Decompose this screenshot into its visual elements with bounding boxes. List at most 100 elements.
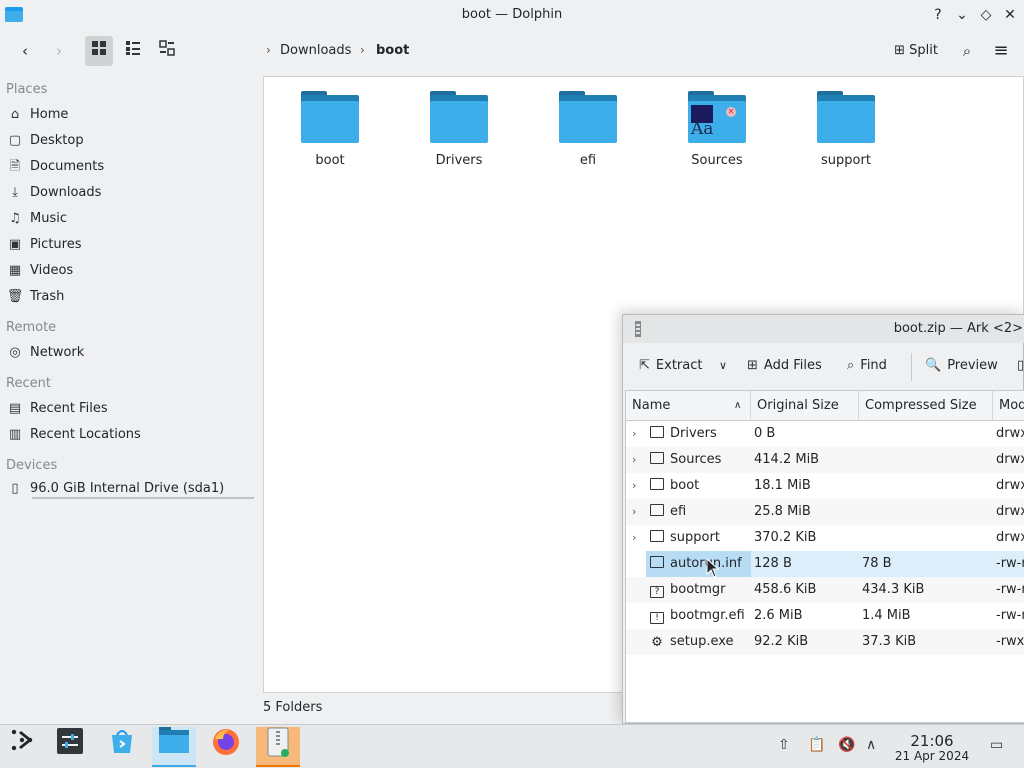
hamburger-menu-icon[interactable]: ≡ xyxy=(988,36,1014,66)
add-files-button[interactable]: ⊞ Add Files xyxy=(747,355,822,377)
dolphin-task-icon[interactable] xyxy=(152,727,196,767)
folder-support[interactable]: support xyxy=(796,91,896,168)
extract-dropdown-icon[interactable]: ∨ xyxy=(719,355,727,377)
system-settings-icon[interactable] xyxy=(48,727,92,767)
ark-toolbar: ⇱ Extract ∨ ⊞ Add Files ⌕ Find 🔍 Preview ▯ xyxy=(623,345,1024,385)
table-row[interactable]: ⚙ setup.exe 92.2 KiB 37.3 KiB -rwxr xyxy=(626,629,1024,655)
place-music[interactable]: ♫ Music xyxy=(6,207,256,231)
network-icon: ◎ xyxy=(9,345,21,360)
table-row[interactable]: ! bootmgr.efi 2.6 MiB 1.4 MiB -rw-r xyxy=(626,603,1024,629)
back-icon[interactable]: ‹ xyxy=(12,36,38,66)
place-documents[interactable]: 🗎 Documents xyxy=(6,155,256,179)
place-trash[interactable]: 🗑 Trash xyxy=(6,285,256,309)
original-size-cell: 128 B xyxy=(754,556,792,571)
place-home[interactable]: ⌂ Home xyxy=(6,103,256,127)
place-label: Trash xyxy=(30,289,65,304)
place-label: Music xyxy=(30,211,67,226)
place-videos[interactable]: ▦ Videos xyxy=(6,259,256,283)
column-original-size[interactable]: Original Size xyxy=(751,391,859,421)
mouse-cursor-icon xyxy=(706,558,720,578)
place-recent-files[interactable]: ▤ Recent Files xyxy=(6,397,256,421)
preview-button[interactable]: 🔍 Preview xyxy=(925,355,998,377)
breadcrumb-separator-icon: › xyxy=(360,43,365,57)
name-cell: Drivers xyxy=(646,421,751,447)
folder-sources[interactable]: Aa ✕ Sources xyxy=(667,91,767,168)
volume-muted-tray-icon[interactable]: 🔇 xyxy=(838,737,855,753)
ark-window: boot.zip — Ark <2> ⇱ Extract ∨ ⊞ Add Files… xyxy=(622,314,1024,724)
expand-icon[interactable]: › xyxy=(632,499,636,525)
help-button[interactable]: ? xyxy=(928,5,948,25)
breadcrumb-boot[interactable]: boot xyxy=(376,43,409,58)
folder-boot[interactable]: boot xyxy=(280,91,380,168)
clock-time[interactable]: 21:06 xyxy=(896,732,968,750)
table-row[interactable]: › Sources 414.2 MiB drwx xyxy=(626,447,1024,473)
places-panel: Places ⌂ Home ▢ Desktop 🗎 Documents ⤓ Downlo… xyxy=(0,76,262,696)
place-label: 96.0 GiB Internal Drive (sda1) xyxy=(30,481,225,496)
ark-task-icon[interactable] xyxy=(256,727,300,767)
maximize-button[interactable]: ◇ xyxy=(976,5,996,25)
permissions-cell: -rw-r xyxy=(996,556,1024,571)
place-network[interactable]: ◎ Network xyxy=(6,341,256,365)
folder-efi[interactable]: efi xyxy=(538,91,638,168)
compact-view-icon[interactable] xyxy=(119,36,147,66)
dolphin-titlebar[interactable]: boot — Dolphin ? ⌄ ◇ ✕ xyxy=(0,0,1024,30)
table-row[interactable]: ? bootmgr 458.6 KiB 434.3 KiB -rw-r xyxy=(626,577,1024,603)
compressed-size-cell: 434.3 KiB xyxy=(862,582,925,597)
place-pictures[interactable]: ▣ Pictures xyxy=(6,233,256,257)
ark-titlebar[interactable]: boot.zip — Ark <2> xyxy=(623,315,1024,343)
breadcrumb-downloads[interactable]: Downloads xyxy=(280,43,351,58)
table-row-selected[interactable]: autorun.inf 128 B 78 B -rw-r xyxy=(626,551,1024,577)
folder-icon xyxy=(650,426,664,438)
updates-tray-icon[interactable]: ⇧ xyxy=(778,737,790,753)
column-name[interactable]: Name ∧ xyxy=(626,391,751,421)
name-text: Drivers xyxy=(670,426,717,441)
search-icon[interactable]: ⌕ xyxy=(954,36,980,66)
clock-date[interactable]: 21 Apr 2024 xyxy=(890,749,974,763)
recent-files-icon: ▤ xyxy=(8,401,22,416)
place-label: Home xyxy=(30,107,69,122)
minimize-button[interactable]: ⌄ xyxy=(952,5,972,25)
name-text: boot xyxy=(670,478,700,493)
documents-icon: 🗎 xyxy=(9,159,21,174)
folder-icon xyxy=(650,452,664,464)
expand-icon[interactable]: › xyxy=(632,421,636,447)
clipboard-tray-icon[interactable]: 📋 xyxy=(808,737,825,753)
folder-drivers[interactable]: Drivers xyxy=(409,91,509,168)
column-compressed-size[interactable]: Compressed Size xyxy=(859,391,993,421)
expand-icon[interactable]: › xyxy=(632,473,636,499)
column-modified[interactable]: Mod xyxy=(993,391,1024,421)
desktop-icon: ▢ xyxy=(8,133,22,148)
folder-icon xyxy=(650,504,664,516)
folder-label: support xyxy=(821,153,871,168)
find-button[interactable]: ⌕ Find xyxy=(847,355,887,377)
close-button[interactable]: ✕ xyxy=(1000,5,1020,25)
permissions-cell: -rw-r xyxy=(996,608,1024,623)
extract-button[interactable]: ⇱ Extract xyxy=(639,355,702,377)
toolbar-divider xyxy=(911,353,912,381)
place-downloads[interactable]: ⤓ Downloads xyxy=(6,181,256,205)
table-row[interactable]: › efi 25.8 MiB drwx xyxy=(626,499,1024,525)
name-cell: support xyxy=(646,525,751,551)
place-desktop[interactable]: ▢ Desktop xyxy=(6,129,256,153)
tray-expand-icon[interactable]: ∧ xyxy=(866,737,876,753)
split-button[interactable]: ⊞ Split xyxy=(888,36,944,66)
place-recent-locations[interactable]: ▥ Recent Locations xyxy=(6,423,256,447)
discover-icon[interactable] xyxy=(100,727,144,767)
overflow-toolbar-icon[interactable]: ▯ xyxy=(1017,355,1024,377)
app-launcher-icon[interactable] xyxy=(0,727,44,767)
archive-table[interactable]: Name ∧ Original Size Compressed Size Mod … xyxy=(625,390,1024,723)
folder-icon xyxy=(559,91,617,143)
forward-icon[interactable]: › xyxy=(46,36,72,66)
permissions-cell: drwx xyxy=(996,504,1024,519)
table-row[interactable]: › support 370.2 KiB drwx xyxy=(626,525,1024,551)
expand-icon[interactable]: › xyxy=(632,447,636,473)
table-row[interactable]: › Drivers 0 B drwx xyxy=(626,421,1024,447)
name-cell: ⚙ setup.exe xyxy=(646,629,751,655)
firefox-icon[interactable] xyxy=(204,727,248,767)
icons-view-icon[interactable] xyxy=(85,36,113,66)
table-row[interactable]: › boot 18.1 MiB drwx xyxy=(626,473,1024,499)
name-cell: boot xyxy=(646,473,751,499)
details-view-icon[interactable] xyxy=(153,36,181,66)
show-desktop-icon[interactable]: ▭ xyxy=(990,737,1003,753)
expand-icon[interactable]: › xyxy=(632,525,636,551)
